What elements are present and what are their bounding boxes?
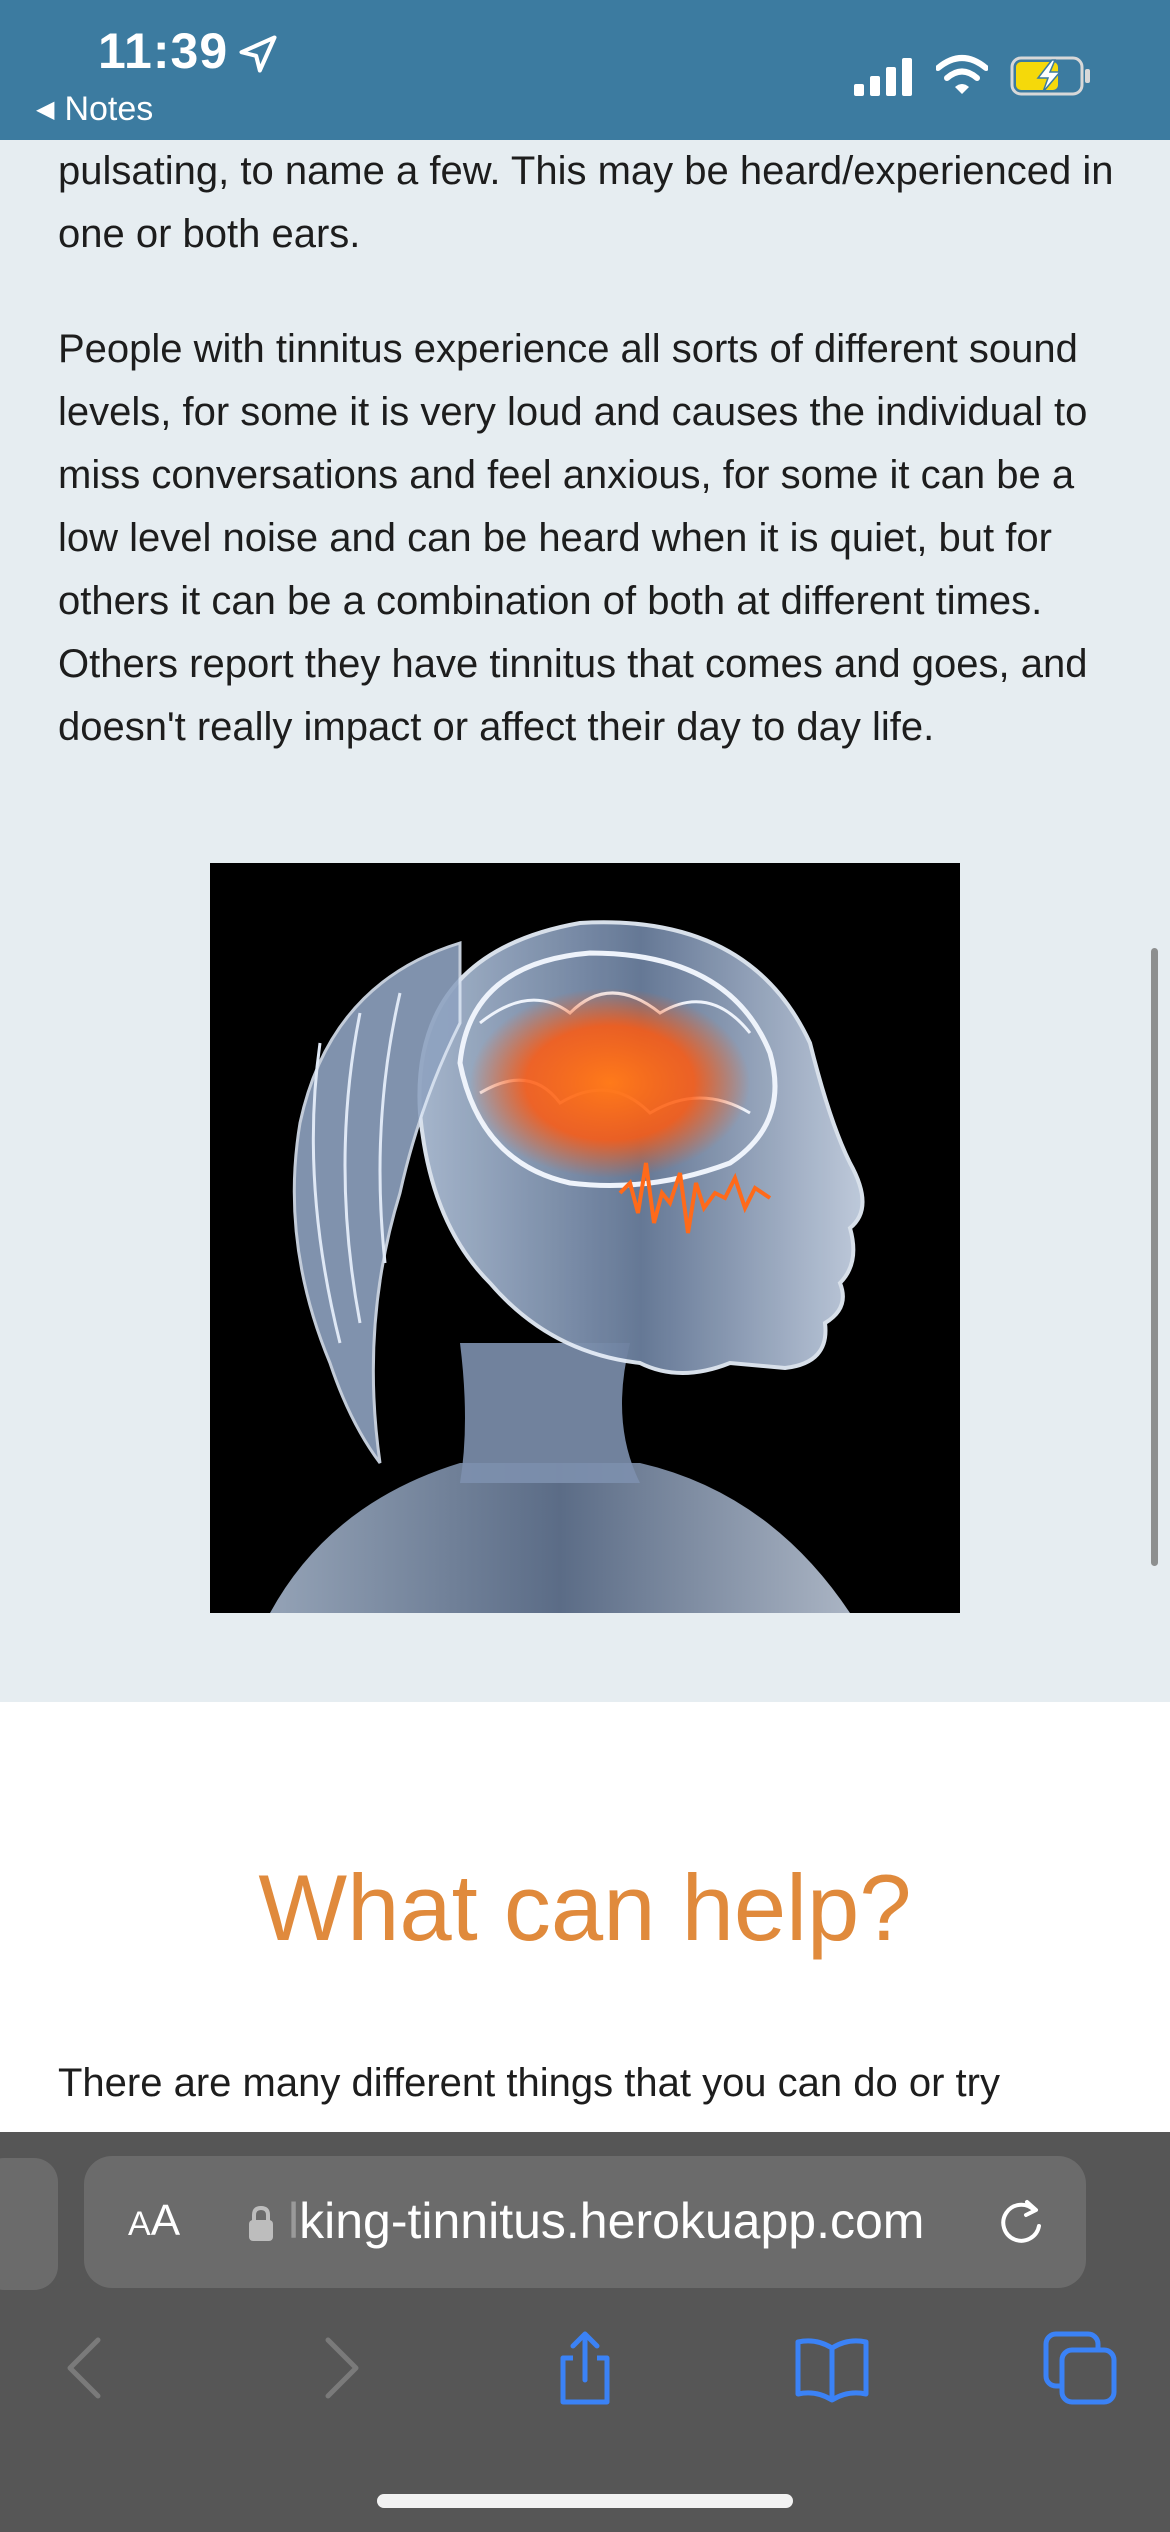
url-text[interactable]: lking-tinnitus.herokuapp.com: [288, 2192, 924, 2250]
article-paragraph-1: pulsating, to name a few. This may be he…: [58, 149, 1114, 256]
aa-large-letter: A: [150, 2196, 181, 2245]
article-body: pulsating, to name a few. This may be he…: [0, 140, 1170, 1702]
help-section-title: What can help?: [258, 1855, 912, 1960]
help-section-intro: There are many different things that you…: [58, 2061, 1000, 2105]
url-domain: king-tinnitus.herokuapp.com: [299, 2193, 925, 2249]
address-bar[interactable]: AA lking-tinnitus.herokuapp.com: [84, 2156, 1086, 2288]
url-prefix: l: [288, 2193, 300, 2249]
bookmarks-icon[interactable]: [792, 2328, 872, 2408]
back-icon[interactable]: [48, 2328, 128, 2408]
tinnitus-head-image: [210, 863, 960, 1613]
battery-charging-icon: [1010, 56, 1090, 96]
location-arrow-icon: [239, 35, 277, 73]
wifi-icon: [936, 55, 988, 94]
previous-tab-edge[interactable]: [0, 2158, 58, 2290]
status-bar: 11:39 ◀ Notes: [0, 0, 1170, 140]
aa-small-letter: A: [128, 2205, 151, 2243]
page-scrollbar[interactable]: [1151, 948, 1158, 1566]
tabs-icon[interactable]: [1040, 2328, 1120, 2408]
safari-bottom-bar: AA lking-tinnitus.herokuapp.com: [0, 2132, 1170, 2532]
back-notes-label: Notes: [64, 90, 154, 128]
back-to-notes-button[interactable]: ◀ Notes: [36, 90, 153, 129]
reader-text-size-button[interactable]: AA: [128, 2196, 180, 2246]
forward-icon[interactable]: [298, 2328, 378, 2408]
article-paragraph-2: People with tinnitus experience all sort…: [58, 327, 1088, 749]
help-section: What can help? There are many different …: [0, 1702, 1170, 2134]
back-triangle-icon: ◀: [36, 96, 55, 123]
head-xray-illustration: [270, 920, 865, 1613]
home-indicator[interactable]: [377, 2494, 793, 2508]
status-time: 11:39: [98, 23, 229, 79]
reload-icon[interactable]: [994, 2196, 1048, 2250]
lock-icon: [249, 2205, 273, 2241]
share-icon[interactable]: [545, 2328, 625, 2408]
cellular-signal-icon: [854, 58, 912, 96]
